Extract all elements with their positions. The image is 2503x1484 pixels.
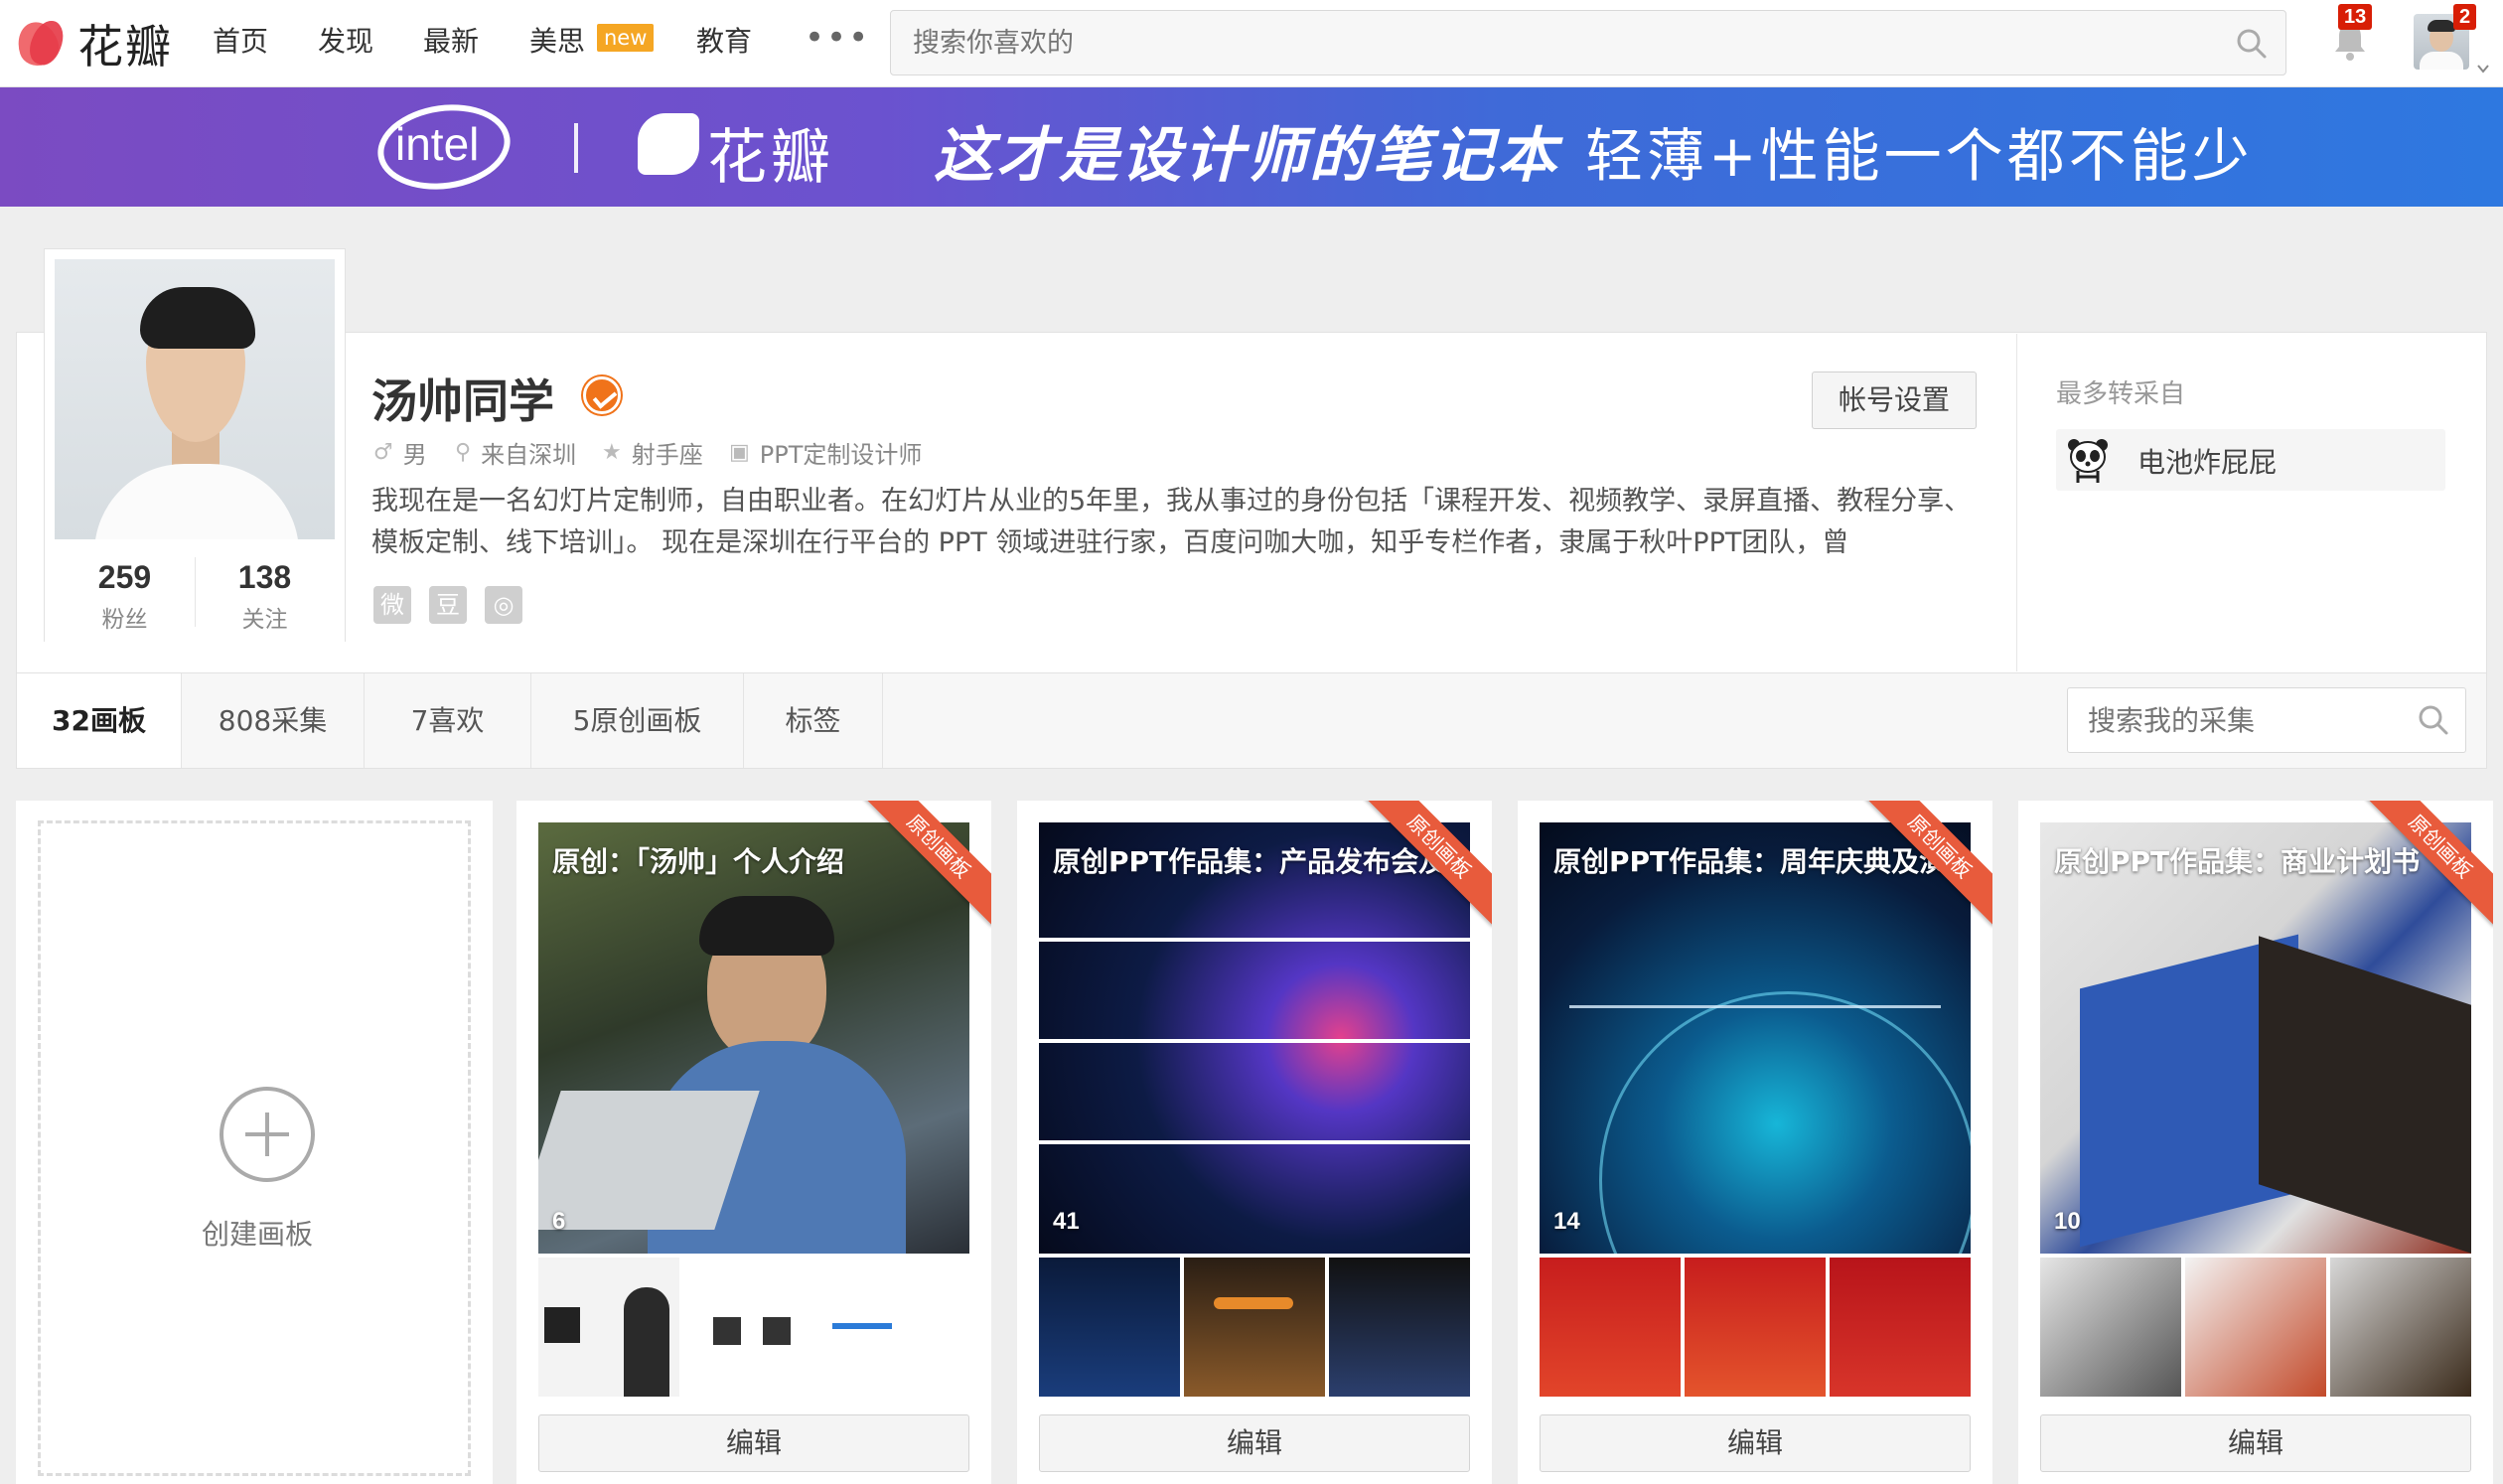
board-thumbnail[interactable]	[683, 1258, 824, 1397]
original-board-ribbon: 原创画板	[1363, 801, 1492, 926]
most-repinned-from-user[interactable]: 电池炸屁屁	[2056, 429, 2445, 491]
board-thumbnails	[1540, 1258, 1971, 1397]
board-card[interactable]: 原创：「汤帅」个人介绍 6 原创画板 编辑	[516, 801, 991, 1484]
board-card[interactable]: 原创PPT作品集：产品发布会及 41 原创画板 编辑	[1017, 801, 1492, 1484]
edit-board-button[interactable]: 编辑	[2040, 1414, 2471, 1472]
petal-logo-icon	[638, 113, 699, 175]
briefcase-icon: ▣	[729, 440, 750, 465]
followers-label: 粉丝	[101, 607, 148, 633]
board-pin-count: 14	[1553, 1208, 1580, 1235]
profile-avatar[interactable]	[55, 259, 335, 539]
board-thumbnail[interactable]	[1039, 1258, 1180, 1397]
profile-name: 汤帅同学	[371, 374, 554, 428]
board-thumbnail[interactable]	[1685, 1258, 1826, 1397]
more-menu-icon[interactable]: •••	[805, 18, 870, 58]
board-card[interactable]: 原创PPT作品集：商业计划书 10 原创画板 编辑	[2018, 801, 2493, 1484]
board-thumbnail[interactable]	[2185, 1258, 2326, 1397]
original-board-ribbon: 原创画板	[862, 801, 991, 926]
board-thumbnails	[2040, 1258, 2471, 1397]
following-label: 关注	[241, 607, 288, 633]
profile-avatar-card: 259 粉丝 138 关注	[44, 248, 346, 642]
board-thumbnail[interactable]	[1184, 1258, 1325, 1397]
chevron-down-icon[interactable]	[2477, 64, 2489, 74]
nav-meisi[interactable]: 美思	[529, 22, 585, 62]
nav-education[interactable]: 教育	[696, 22, 752, 62]
banner-brand: 花瓣	[707, 123, 834, 193]
profile-bio: 我现在是一名幻灯片定制师，自由职业者。在幻灯片从业的5年里，我从事过的身份包括「…	[371, 486, 1972, 558]
douban-icon[interactable]: 豆	[429, 586, 467, 624]
global-search-input[interactable]	[913, 21, 2204, 65]
profile-side-divider	[2016, 334, 2017, 671]
board-card[interactable]: 原创PPT作品集：周年庆典及演 14 原创画板 编辑	[1518, 801, 1992, 1484]
banner-slogan-secondary: 轻薄+性能一个都不能少	[1585, 122, 2254, 190]
promo-banner[interactable]: intel 花瓣 这才是设计师的笔记本 轻薄+性能一个都不能少	[0, 87, 2503, 207]
profile-stats: 259 粉丝 138 关注	[55, 545, 335, 641]
board-thumbnail[interactable]	[1540, 1258, 1681, 1397]
edit-board-button[interactable]: 编辑	[1540, 1414, 1971, 1472]
search-icon[interactable]	[2418, 704, 2449, 736]
most-repinned-from-username: 电池炸屁屁	[2137, 446, 2278, 479]
top-nav: 花瓣 首页 发现 最新 美思 new 教育 ••• 13 2	[0, 0, 2503, 87]
board-pin-count: 41	[1053, 1208, 1080, 1235]
board-thumbnail[interactable]	[1329, 1258, 1470, 1397]
tab-pins[interactable]: 808采集	[182, 673, 365, 768]
profile-gender: ♂ 男	[373, 440, 427, 469]
message-count-badge: 2	[2453, 4, 2477, 30]
panda-avatar-icon	[2068, 439, 2108, 483]
location-pin-icon: ⚲	[455, 440, 472, 465]
account-settings-button[interactable]: 帐号设置	[1812, 371, 1977, 429]
board-pin-count: 10	[2054, 1208, 2081, 1235]
verified-badge-icon	[583, 376, 621, 414]
create-board-label: 创建画板	[201, 1218, 313, 1251]
edit-board-button[interactable]: 编辑	[1039, 1414, 1470, 1472]
followers-count: 259	[97, 559, 152, 595]
star-icon: ★	[602, 440, 622, 465]
nav-discover[interactable]: 发现	[318, 22, 373, 62]
search-icon[interactable]	[2236, 28, 2268, 60]
petal-logo-icon	[12, 16, 70, 72]
profile-location: ⚲ 来自深圳	[455, 440, 577, 469]
tab-boards[interactable]: 32画板	[17, 673, 182, 768]
profile-job: ▣ PPT定制设计师	[729, 440, 923, 469]
nav-latest[interactable]: 最新	[423, 22, 479, 62]
notification-count-badge: 13	[2338, 4, 2373, 30]
logo[interactable]: 花瓣	[12, 14, 173, 74]
tab-tags[interactable]: 标签	[744, 673, 883, 768]
most-repinned-from-label: 最多转采自	[2056, 379, 2186, 409]
tab-likes[interactable]: 7喜欢	[365, 673, 531, 768]
profile-zodiac: ★ 射手座	[602, 440, 703, 469]
logo-text: 花瓣	[77, 20, 173, 74]
weibo-icon[interactable]: 微	[373, 586, 411, 624]
plus-circle-icon[interactable]	[220, 1087, 315, 1182]
following-stat[interactable]: 138 关注	[195, 545, 335, 641]
new-badge: new	[597, 24, 655, 52]
create-board-card[interactable]: 创建画板	[16, 801, 493, 1484]
board-thumbnail[interactable]	[538, 1258, 679, 1397]
board-thumbnail[interactable]	[2040, 1258, 2181, 1397]
board-thumbnail[interactable]	[1830, 1258, 1971, 1397]
board-thumbnails	[1039, 1258, 1470, 1397]
original-board-ribbon: 原创画板	[1863, 801, 1992, 926]
original-board-ribbon: 原创画板	[2364, 801, 2493, 926]
board-thumbnails	[538, 1258, 969, 1397]
banner-divider	[574, 123, 578, 173]
profile-tabs: 32画板 808采集 7喜欢 5原创画板 标签	[16, 673, 2487, 769]
global-search[interactable]	[890, 10, 2286, 75]
gender-icon: ♂	[373, 440, 393, 465]
intel-logo-text: intel	[395, 118, 480, 170]
following-count: 138	[237, 559, 292, 595]
my-pins-search-input[interactable]	[2088, 698, 2406, 742]
tab-original-boards[interactable]: 5原创画板	[531, 673, 744, 768]
board-title: 原创：「汤帅」个人介绍	[552, 845, 845, 878]
website-icon[interactable]: ◎	[485, 586, 522, 624]
board-pin-count: 6	[552, 1208, 566, 1235]
followers-stat[interactable]: 259 粉丝	[55, 545, 195, 641]
edit-board-button[interactable]: 编辑	[538, 1414, 969, 1472]
board-thumbnail[interactable]	[828, 1258, 969, 1397]
banner-slogan-primary: 这才是设计师的笔记本	[934, 121, 1559, 191]
nav-home[interactable]: 首页	[213, 22, 268, 62]
board-thumbnail[interactable]	[2330, 1258, 2471, 1397]
my-pins-search[interactable]	[2067, 687, 2466, 753]
